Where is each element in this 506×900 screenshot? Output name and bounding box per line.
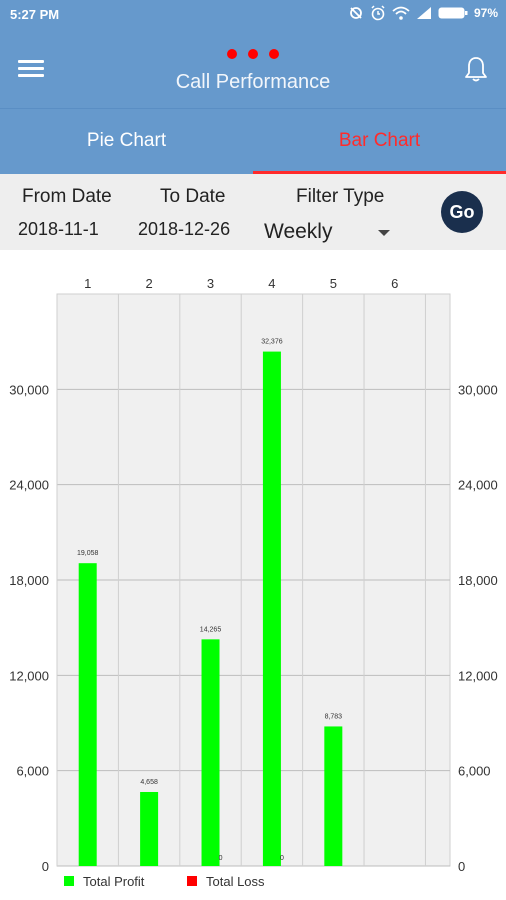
tab-pie-chart[interactable]: Pie Chart bbox=[0, 109, 253, 175]
go-button[interactable]: Go bbox=[441, 191, 483, 233]
y-tick-label-left: 24,000 bbox=[9, 478, 49, 493]
bar-value-label: 8,783 bbox=[325, 713, 343, 720]
x-tick-label: 5 bbox=[330, 276, 337, 291]
y-tick-label-right: 24,000 bbox=[458, 478, 498, 493]
bar-total-profit bbox=[324, 726, 343, 866]
x-tick-label: 1 bbox=[84, 276, 91, 291]
y-tick-label-right: 18,000 bbox=[458, 573, 498, 588]
filter-type-label: Filter Type bbox=[296, 186, 385, 207]
x-tick-label: 2 bbox=[145, 276, 152, 291]
signal-icon bbox=[416, 6, 432, 20]
bar-value-label: 14,265 bbox=[200, 626, 222, 633]
y-tick-label-right: 6,000 bbox=[458, 764, 491, 779]
y-tick-label-left: 12,000 bbox=[9, 668, 49, 683]
from-date-label: From Date bbox=[22, 186, 112, 207]
chart-area: 0 0 6,000 6,000 12,000 12,000 18,000 18,000 24,0… bbox=[0, 250, 506, 900]
legend-swatch bbox=[64, 876, 74, 886]
status-time: 5:27 PM bbox=[10, 7, 60, 22]
app-bar: Call Performance bbox=[0, 30, 506, 108]
battery-level: 97% bbox=[473, 6, 498, 20]
legend-label: Total Loss bbox=[206, 874, 265, 889]
status-icons: 97% bbox=[348, 5, 498, 21]
y-tick-label-left: 0 bbox=[42, 859, 49, 874]
page-title: Call Performance bbox=[175, 71, 331, 93]
bar-total-profit bbox=[262, 351, 281, 867]
alarm-icon bbox=[370, 5, 386, 21]
wifi-icon bbox=[392, 6, 410, 20]
y-tick-label-left: 6,000 bbox=[16, 764, 49, 779]
bar-total-profit bbox=[140, 791, 159, 866]
x-tick-label: 6 bbox=[391, 276, 398, 291]
status-bar: 5:27 PM 97% bbox=[0, 0, 506, 30]
tab-bar: Pie Chart Bar Chart bbox=[0, 108, 506, 174]
from-date-field[interactable]: 2018-11-1 bbox=[18, 219, 99, 240]
loading-dots bbox=[227, 49, 279, 59]
filter-type-value: Weekly bbox=[264, 220, 333, 243]
bar-total-profit bbox=[201, 639, 220, 866]
legend-swatch bbox=[187, 876, 197, 886]
y-tick-label-right: 30,000 bbox=[458, 382, 498, 397]
bar-chart: 0 0 6,000 6,000 12,000 12,000 18,000 18,000 24,0… bbox=[9, 276, 498, 889]
to-date-field[interactable]: 2018-12-26 bbox=[138, 219, 230, 240]
x-tick-label: 4 bbox=[268, 276, 275, 291]
loss-value-label: 0 bbox=[280, 855, 284, 862]
to-date-label: To Date bbox=[160, 186, 226, 207]
bar-value-label: 4,658 bbox=[140, 779, 158, 786]
bar-total-profit bbox=[78, 563, 97, 866]
filter-type-dropdown[interactable]: Weekly bbox=[264, 220, 394, 246]
y-tick-label-left: 18,000 bbox=[9, 573, 49, 588]
dropdown-arrow-icon bbox=[378, 230, 390, 236]
loss-value-label: 0 bbox=[219, 855, 223, 862]
x-tick-label: 3 bbox=[207, 276, 214, 291]
battery-icon bbox=[438, 6, 468, 20]
legend-label: Total Profit bbox=[83, 874, 145, 889]
bar-value-label: 32,376 bbox=[261, 339, 283, 346]
tab-bar-chart[interactable]: Bar Chart bbox=[253, 109, 506, 175]
filter-bar: From Date 2018-11-1 To Date 2018-12-26 F… bbox=[0, 174, 506, 250]
y-tick-label-right: 12,000 bbox=[458, 668, 498, 683]
y-tick-label-left: 30,000 bbox=[9, 382, 49, 397]
bell-icon[interactable] bbox=[464, 55, 488, 83]
y-tick-label-right: 0 bbox=[458, 859, 465, 874]
bar-value-label: 19,058 bbox=[77, 550, 99, 557]
sync-icon bbox=[348, 5, 364, 21]
